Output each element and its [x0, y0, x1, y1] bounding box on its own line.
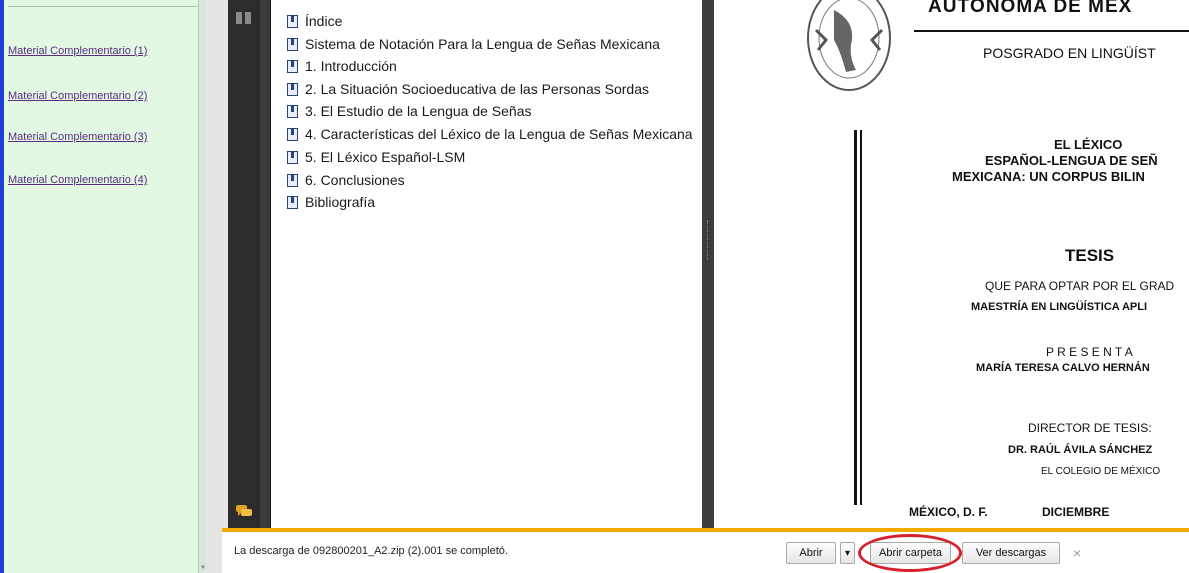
- navigation-rail: [228, 0, 260, 528]
- bookmark-icon: [287, 59, 298, 73]
- bookmarks-panel: Índice Sistema de Notación Para la Lengu…: [270, 0, 704, 528]
- bookmark-label: Índice: [305, 13, 343, 29]
- open-folder-button[interactable]: Abrir carpeta: [870, 542, 951, 564]
- presenta-text: P R E S E N T A: [1046, 345, 1133, 359]
- bookmark-icon: [287, 173, 298, 187]
- material-link-4[interactable]: Material Complementario (4): [8, 174, 147, 186]
- title-line: EL LÉXICO: [1054, 137, 1123, 152]
- panel-splitter[interactable]: [702, 0, 714, 528]
- download-message: La descarga de 092800201_A2.zip (2).001 …: [234, 545, 508, 557]
- bookmark-label: 1. Introducción: [305, 58, 397, 74]
- open-button[interactable]: Abrir: [786, 542, 836, 564]
- document-page: AUTÓNOMA DE MÉX POSGRADO EN LINGÜÍST EL …: [714, 0, 1189, 528]
- bookmark-label: 5. El Léxico Español-LSM: [305, 149, 466, 165]
- material-link-2[interactable]: Material Complementario (2): [8, 90, 147, 102]
- optar-text: QUE PARA OPTAR POR EL GRAD: [985, 279, 1175, 293]
- bookmark-item[interactable]: 4. Características del Léxico de la Leng…: [287, 124, 693, 144]
- institution-text: EL COLEGIO DE MÉXICO: [1041, 466, 1161, 477]
- frame-gap: [206, 0, 228, 573]
- bookmark-label: 3. El Estudio de la Lengua de Señas: [305, 103, 532, 119]
- posgrado-text: POSGRADO EN LINGÜÍST: [983, 45, 1156, 61]
- degree-text: MAESTRÍA EN LINGÜÍSTICA APLI: [971, 301, 1147, 313]
- university-title: AUTÓNOMA DE MÉX: [928, 0, 1133, 17]
- bookmark-item[interactable]: Sistema de Notación Para la Lengua de Se…: [287, 34, 660, 54]
- vertical-rule: [854, 130, 857, 505]
- director-label: DIRECTOR DE TESIS:: [1028, 421, 1152, 435]
- bookmark-item[interactable]: 5. El Léxico Español-LSM: [287, 147, 465, 167]
- director-name: DR. RAÚL ÁVILA SÁNCHEZ: [1008, 444, 1153, 456]
- bookmark-icon: [287, 37, 298, 51]
- tesis-heading: TESIS: [1065, 246, 1115, 265]
- left-frame: Material Complementario (1) Material Com…: [0, 0, 206, 573]
- download-notification-bar: La descarga de 092800201_A2.zip (2).001 …: [222, 528, 1189, 573]
- material-link-1[interactable]: Material Complementario (1): [8, 45, 147, 57]
- place-text: MÉXICO, D. F.: [909, 505, 988, 519]
- title-line: MEXICANA: UN CORPUS BILIN: [952, 169, 1145, 184]
- bookmark-item[interactable]: Bibliografía: [287, 192, 375, 212]
- author-name: MARÍA TERESA CALVO HERNÁN: [976, 362, 1150, 374]
- seal-logo: [807, 0, 891, 91]
- rule-line: [914, 30, 1189, 32]
- bookmark-icon: [287, 14, 298, 28]
- bookmark-item[interactable]: Índice: [287, 11, 342, 31]
- bookmark-item[interactable]: 1. Introducción: [287, 56, 397, 76]
- bookmark-icon: [287, 127, 298, 141]
- vertical-rule: [860, 130, 862, 505]
- dropdown-arrow-icon[interactable]: ▾: [840, 542, 855, 564]
- bookmark-icon: [287, 104, 298, 118]
- splitter-grip[interactable]: [707, 220, 710, 260]
- comment-icon[interactable]: [235, 504, 253, 518]
- pages-icon[interactable]: [235, 11, 253, 25]
- divider: [8, 6, 203, 7]
- bookmark-icon: [287, 82, 298, 96]
- bookmark-icon: [287, 195, 298, 209]
- bookmark-label: 6. Conclusiones: [305, 172, 405, 188]
- month-text: DICIEMBRE: [1042, 505, 1110, 519]
- title-line: ESPAÑOL-LENGUA DE SEÑ: [985, 153, 1158, 168]
- bookmark-item[interactable]: 6. Conclusiones: [287, 170, 405, 190]
- bookmark-label: 2. La Situación Socioeducativa de las Pe…: [305, 81, 649, 97]
- view-downloads-button[interactable]: Ver descargas: [962, 542, 1060, 564]
- bookmark-label: 4. Características del Léxico de la Leng…: [305, 126, 693, 142]
- bookmark-label: Sistema de Notación Para la Lengua de Se…: [305, 36, 660, 52]
- bookmark-item[interactable]: 3. El Estudio de la Lengua de Señas: [287, 101, 532, 121]
- pdf-viewer: Índice Sistema de Notación Para la Lengu…: [228, 0, 1189, 528]
- bookmark-icon: [287, 150, 298, 164]
- material-link-3[interactable]: Material Complementario (3): [8, 131, 147, 143]
- close-icon[interactable]: ×: [1073, 545, 1081, 561]
- bookmark-item[interactable]: 2. La Situación Socioeducativa de las Pe…: [287, 79, 649, 99]
- bookmark-label: Bibliografía: [305, 194, 376, 210]
